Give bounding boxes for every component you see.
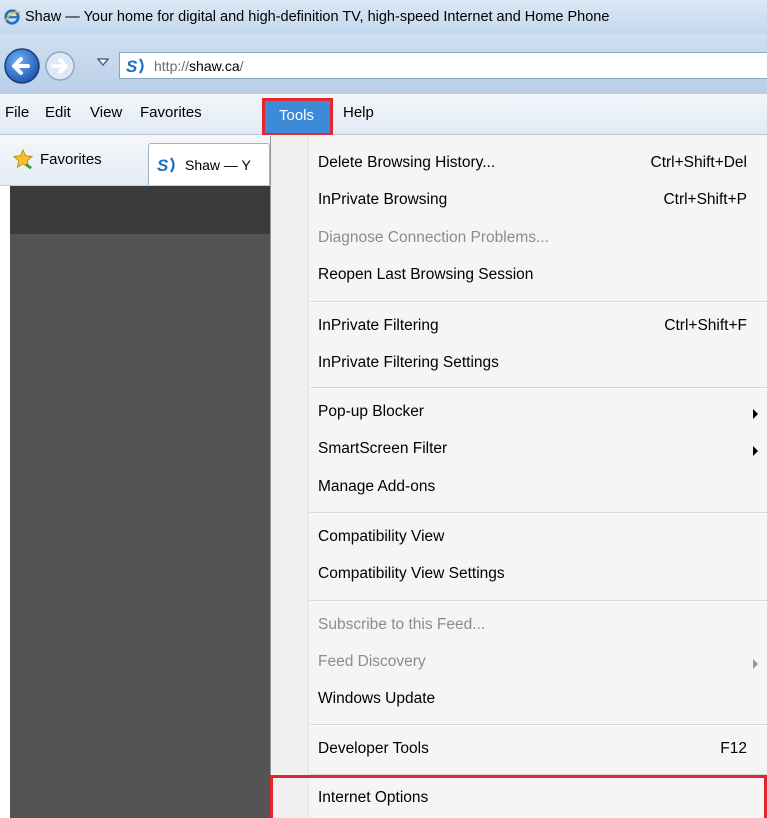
back-button[interactable] xyxy=(2,46,42,86)
menu-item-compatibility-view-settings[interactable]: Compatibility View Settings xyxy=(271,558,767,594)
recent-pages-dropdown-icon[interactable] xyxy=(97,57,109,67)
menu-bar: File Edit View Favorites Help xyxy=(0,94,767,135)
menu-item-inprivate-filtering[interactable]: InPrivate Filtering Ctrl+Shift+F xyxy=(271,310,767,346)
menu-item-delete-browsing-history[interactable]: Delete Browsing History... Ctrl+Shift+De… xyxy=(271,147,767,183)
menu-item-manage-addons[interactable]: Manage Add-ons xyxy=(271,471,767,507)
tab-label: Shaw — Y xyxy=(185,156,251,173)
url-host: shaw.ca xyxy=(189,57,240,74)
menu-edit[interactable]: Edit xyxy=(45,104,71,121)
menu-item-label: InPrivate Filtering xyxy=(318,317,439,334)
internet-options-highlight xyxy=(270,775,767,818)
menu-item-reopen-last-browsing-session[interactable]: Reopen Last Browsing Session xyxy=(271,259,767,295)
submenu-arrow-icon xyxy=(753,409,758,419)
svg-text:S: S xyxy=(157,156,169,174)
menu-file[interactable]: File xyxy=(5,104,29,121)
shaw-logo-icon: S xyxy=(126,57,144,75)
menu-item-popup-blocker[interactable]: Pop-up Blocker xyxy=(271,396,767,432)
favorites-button[interactable]: Favorites xyxy=(4,144,140,174)
menu-item-label: SmartScreen Filter xyxy=(318,440,448,457)
menu-item-label: Developer Tools xyxy=(318,740,429,757)
menu-separator xyxy=(310,387,767,389)
menu-item-compatibility-view[interactable]: Compatibility View xyxy=(271,521,767,557)
forward-button[interactable] xyxy=(42,48,78,84)
tools-menu: Delete Browsing History... Ctrl+Shift+De… xyxy=(270,136,767,818)
menu-item-shortcut: Ctrl+Shift+P xyxy=(663,191,747,208)
menu-help[interactable]: Help xyxy=(343,104,374,121)
submenu-arrow-icon xyxy=(753,446,758,456)
menu-view[interactable]: View xyxy=(90,104,122,121)
menu-tools[interactable]: Tools xyxy=(262,98,333,136)
menu-item-label: InPrivate Filtering Settings xyxy=(318,354,499,371)
menu-favorites[interactable]: Favorites xyxy=(140,104,202,121)
menu-item-label: Feed Discovery xyxy=(318,653,426,670)
url-suffix: / xyxy=(239,57,244,74)
menu-separator xyxy=(310,512,767,514)
menu-separator xyxy=(310,600,767,602)
menu-item-label: Pop-up Blocker xyxy=(318,403,424,420)
menu-separator xyxy=(310,724,767,726)
menu-item-label: Diagnose Connection Problems... xyxy=(318,229,549,246)
menu-item-developer-tools[interactable]: Developer Tools F12 xyxy=(271,733,767,769)
menu-item-shortcut: F12 xyxy=(720,740,747,757)
menu-item-feed-discovery: Feed Discovery xyxy=(271,646,767,682)
favorites-label: Favorites xyxy=(40,150,102,168)
menu-separator xyxy=(310,301,767,303)
window-title: Shaw — Your home for digital and high-de… xyxy=(25,9,610,25)
menu-item-smartscreen-filter[interactable]: SmartScreen Filter xyxy=(271,433,767,469)
submenu-arrow-icon xyxy=(753,659,758,669)
menu-item-label: InPrivate Browsing xyxy=(318,191,448,208)
menu-item-label: Compatibility View xyxy=(318,528,445,545)
menu-item-shortcut: Ctrl+Shift+Del xyxy=(650,154,747,171)
menu-item-label: Reopen Last Browsing Session xyxy=(318,266,534,283)
menu-item-label: Manage Add-ons xyxy=(318,478,436,495)
favorites-star-icon xyxy=(12,148,34,170)
address-bar[interactable]: S http://shaw.ca / xyxy=(119,52,767,79)
menu-item-inprivate-filtering-settings[interactable]: InPrivate Filtering Settings xyxy=(271,347,767,383)
navigation-bar: S http://shaw.ca / xyxy=(0,34,767,94)
menu-item-diagnose-connection-problems: Diagnose Connection Problems... xyxy=(271,222,767,258)
menu-item-subscribe-to-feed: Subscribe to this Feed... xyxy=(271,609,767,645)
menu-tools-label: Tools xyxy=(279,107,315,124)
menu-item-shortcut: Ctrl+Shift+F xyxy=(664,317,747,334)
menu-item-label: Delete Browsing History... xyxy=(318,154,496,171)
svg-text:S: S xyxy=(126,57,138,75)
shaw-logo-icon: S xyxy=(157,156,175,174)
menu-item-label: Subscribe to this Feed... xyxy=(318,616,486,633)
menu-item-inprivate-browsing[interactable]: InPrivate Browsing Ctrl+Shift+P xyxy=(271,184,767,220)
page-content xyxy=(10,186,272,818)
tab-shaw[interactable]: S Shaw — Y xyxy=(148,143,270,185)
window-title-bar: Shaw — Your home for digital and high-de… xyxy=(0,0,767,34)
page-header-strip xyxy=(10,186,272,234)
url-prefix: http:// xyxy=(154,57,190,74)
ie-logo-icon xyxy=(4,9,21,25)
menu-item-label: Windows Update xyxy=(318,690,436,707)
menu-item-label: Compatibility View Settings xyxy=(318,565,505,582)
menu-item-windows-update[interactable]: Windows Update xyxy=(271,683,767,719)
